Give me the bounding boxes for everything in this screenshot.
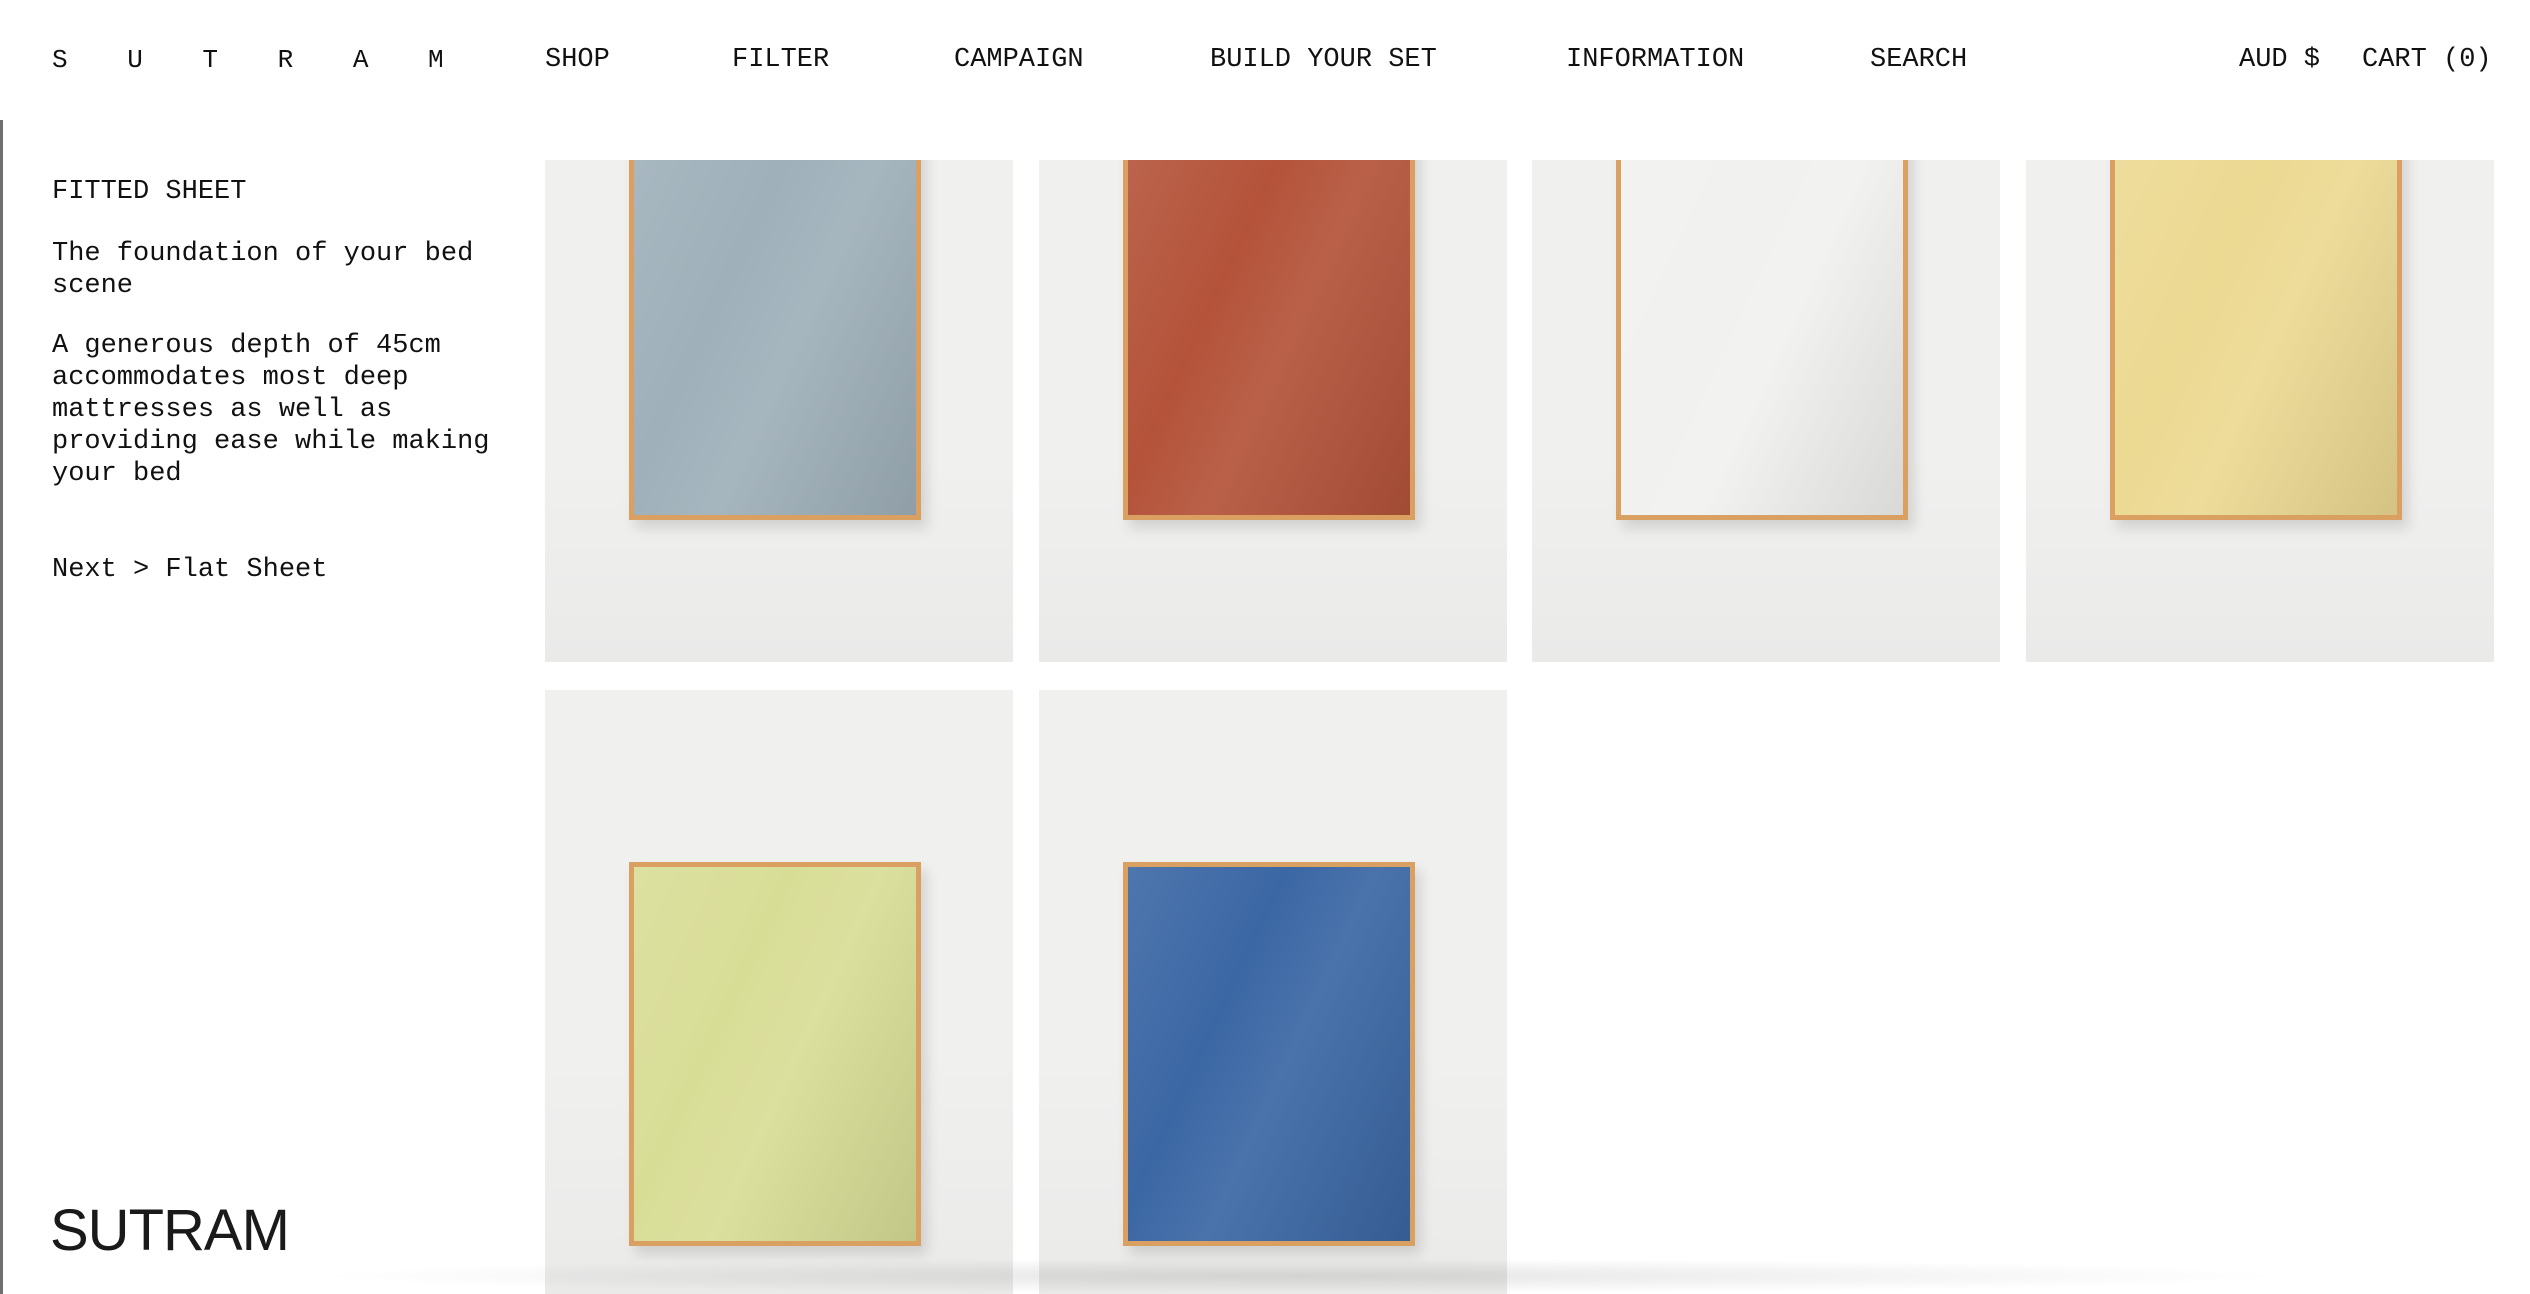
sheet-color (634, 160, 916, 515)
product-card[interactable] (1039, 160, 1507, 662)
nav-information[interactable]: INFORMATION (1566, 44, 1744, 76)
product-card[interactable] (545, 690, 1013, 1294)
sheet-swatch (2110, 160, 2402, 520)
sheet-swatch (629, 160, 921, 520)
nav-shop[interactable]: SHOP (545, 44, 610, 76)
nav-search[interactable]: SEARCH (1870, 44, 1967, 76)
sheet-color (1128, 867, 1410, 1241)
next-product-link[interactable]: Next > Flat Sheet (52, 554, 532, 586)
site-header: S U T R A M SHOP FILTER CAMPAIGN BUILD Y… (0, 0, 2530, 120)
sheet-swatch (1123, 160, 1415, 520)
product-card[interactable] (545, 160, 1013, 662)
sheet-swatch (1616, 160, 1908, 520)
nav-campaign[interactable]: CAMPAIGN (954, 44, 1084, 76)
sheet-swatch (1123, 862, 1415, 1246)
currency-selector[interactable]: AUD $ (2239, 44, 2320, 76)
sheet-color (634, 867, 916, 1241)
site-logo[interactable]: S U T R A M (52, 44, 466, 76)
sheet-color (2115, 160, 2397, 515)
sheet-swatch (629, 862, 921, 1246)
product-description: A generous depth of 45cm accommodates mo… (52, 331, 490, 489)
product-intro: The foundation of your bed scene (52, 239, 474, 301)
sheet-color (1128, 160, 1410, 515)
product-card[interactable] (1039, 690, 1507, 1294)
window-left-edge (0, 0, 3, 1294)
product-card[interactable] (2026, 160, 2494, 662)
product-sidebar: FITTED SHEET The foundation of your bed … (52, 176, 532, 586)
cart-link[interactable]: CART (0) (2362, 44, 2492, 76)
footer-brand-logo: SUTRAM (50, 1198, 290, 1263)
product-card[interactable] (1532, 160, 2000, 662)
sheet-color (1621, 160, 1903, 515)
nav-filter[interactable]: FILTER (732, 44, 829, 76)
nav-build-your-set[interactable]: BUILD YOUR SET (1210, 44, 1437, 76)
product-title: FITTED SHEET (52, 177, 247, 207)
